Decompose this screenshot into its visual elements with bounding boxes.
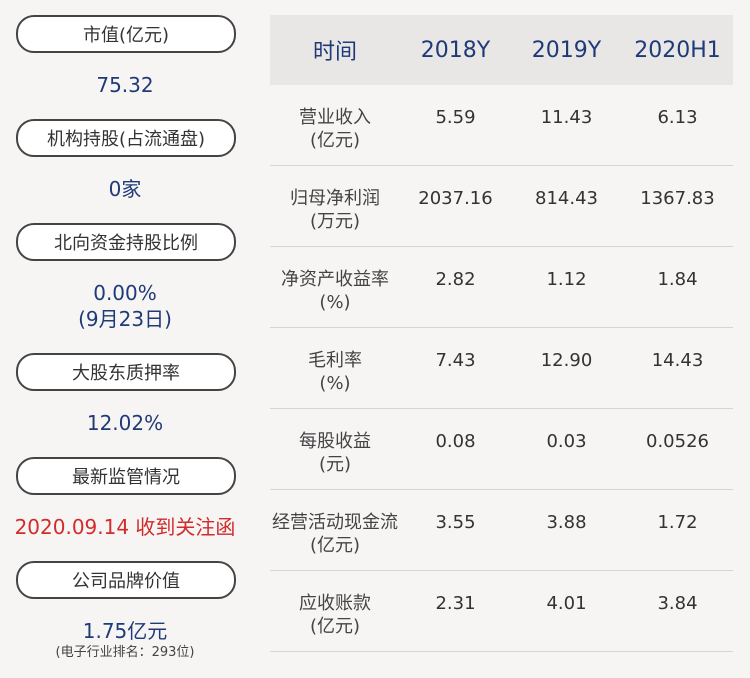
regulation-value: 2020.09.14 收到关注函	[14, 515, 236, 539]
market-cap-label: 市值(亿元)	[16, 15, 236, 53]
northbound-holding-label: 北向资金持股比例	[16, 223, 236, 261]
regulation-label: 最新监管情况	[16, 457, 236, 495]
header-2019y: 2019Y	[531, 37, 602, 63]
table-row: 经营活动现金流 (亿元) 3.55 3.88 1.72	[270, 490, 733, 571]
pledge-ratio-label: 大股东质押率	[16, 353, 236, 391]
row-label-name: 毛利率	[308, 350, 362, 371]
northbound-holding-date: (9月23日)	[78, 307, 172, 331]
row-label-name: 营业收入	[299, 107, 371, 128]
header-period: 时间	[312, 40, 357, 65]
cell-2020h1: 1.84	[657, 269, 698, 290]
row-label-name: 净资产收益率	[281, 269, 389, 290]
cell-2018y: 7.43	[435, 350, 476, 371]
cell-2020h1: 0.0526	[646, 431, 709, 452]
row-label: 毛利率 (%)	[270, 328, 400, 395]
row-label: 归母净利润 (万元)	[270, 166, 400, 233]
row-label-unit: (亿元)	[309, 130, 361, 151]
cell-2018y: 2.82	[435, 269, 476, 290]
row-label-unit: (%)	[319, 292, 351, 313]
row-label: 经营活动现金流 (亿元)	[270, 490, 400, 557]
row-label-unit: (%)	[319, 373, 351, 394]
cell-2018y: 2.31	[435, 593, 476, 614]
table-row: 应收账款 (亿元) 2.31 4.01 3.84	[270, 571, 733, 652]
table-row: 营业收入 (亿元) 5.59 11.43 6.13	[270, 85, 733, 166]
row-label-name: 经营活动现金流	[272, 512, 398, 533]
financial-table: 时间 2018Y 2019Y 2020H1 营业收入 (亿元) 5.59 11.4…	[270, 15, 733, 652]
pledge-ratio-value: 12.02%	[86, 411, 164, 435]
cell-2019y: 12.90	[540, 350, 593, 371]
cell-2018y: 2037.16	[418, 188, 493, 209]
row-label: 应收账款 (亿元)	[270, 571, 400, 638]
table-row: 毛利率 (%) 7.43 12.90 14.43	[270, 328, 733, 409]
northbound-holding-value: 0.00%	[93, 281, 157, 305]
cell-2020h1: 3.84	[657, 593, 698, 614]
cell-2020h1: 1.72	[657, 512, 698, 533]
market-cap-value: 75.32	[96, 73, 154, 97]
cell-2019y: 3.88	[546, 512, 587, 533]
cell-2020h1: 14.43	[651, 350, 704, 371]
cell-2019y: 1.12	[546, 269, 587, 290]
row-label-unit: (亿元)	[309, 616, 361, 637]
header-2018y: 2018Y	[420, 37, 491, 63]
row-label: 每股收益 (元)	[270, 409, 400, 476]
cell-2020h1: 6.13	[657, 107, 698, 128]
cell-2018y: 5.59	[435, 107, 476, 128]
cell-2019y: 4.01	[546, 593, 587, 614]
header-2020h1: 2020H1	[634, 37, 721, 63]
stock-summary-panel: 市值(亿元) 75.32 机构持股(占流通盘) 0家 北向资金持股比例 0.00…	[0, 0, 250, 678]
row-label: 营业收入 (亿元)	[270, 85, 400, 152]
brand-value-label: 公司品牌价值	[16, 561, 236, 599]
institution-holding-label: 机构持股(占流通盘)	[16, 119, 236, 157]
row-label-unit: (亿元)	[309, 535, 361, 556]
row-label: 净资产收益率 (%)	[270, 247, 400, 314]
table-row: 每股收益 (元) 0.08 0.03 0.0526	[270, 409, 733, 490]
row-label-name: 每股收益	[299, 431, 371, 452]
table-row: 归母净利润 (万元) 2037.16 814.43 1367.83	[270, 166, 733, 247]
cell-2020h1: 1367.83	[640, 188, 715, 209]
table-row: 净资产收益率 (%) 2.82 1.12 1.84	[270, 247, 733, 328]
row-label-unit: (元)	[318, 454, 352, 475]
brand-value: 1.75亿元	[82, 619, 168, 643]
row-label-unit: (万元)	[309, 211, 361, 232]
row-label-name: 应收账款	[299, 593, 371, 614]
table-header: 时间 2018Y 2019Y 2020H1	[270, 15, 733, 85]
cell-2019y: 814.43	[535, 188, 598, 209]
cell-2019y: 0.03	[546, 431, 587, 452]
cell-2019y: 11.43	[540, 107, 593, 128]
cell-2018y: 0.08	[435, 431, 476, 452]
row-label-name: 归母净利润	[290, 188, 380, 209]
brand-rank: (电子行业排名：293位)	[55, 645, 195, 660]
institution-holding-value: 0家	[108, 177, 142, 201]
cell-2018y: 3.55	[435, 512, 476, 533]
